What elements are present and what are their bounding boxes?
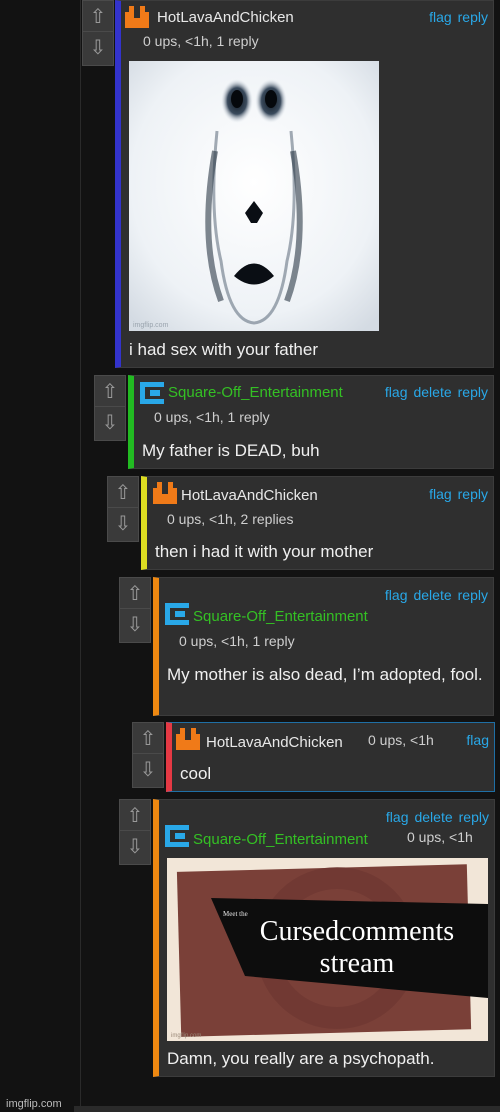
comment-5: ⇧ ⇩ HotLavaAndChicken 0 ups, <1h flag co… <box>132 722 495 792</box>
comment-4: ⇧ ⇩ flag delete reply Square-Off_Entertain… <box>119 577 494 716</box>
comment-1: ⇧ ⇩ HotLavaAndChicken 0 ups, <1h, 1 repl… <box>82 0 494 368</box>
comment-3: ⇧ ⇩ HotLavaAndChicken 0 ups, <1h, 2 repl… <box>107 476 494 570</box>
comment-image[interactable]: imgflip.com <box>129 61 379 331</box>
comment-card: Square-Off_Entertainment 0 ups, <1h, 1 r… <box>128 375 494 469</box>
downvote-icon[interactable]: ⇩ <box>133 753 163 784</box>
comment-6: ⇧ ⇩ flag delete reply Square-Off_Entertain… <box>119 799 495 1077</box>
username[interactable]: Square-Off_Entertainment <box>193 608 368 625</box>
comment-text: My father is DEAD, buh <box>142 441 320 460</box>
comment-card: flag delete reply Square-Off_Entertainment… <box>153 577 494 716</box>
downvote-icon[interactable]: ⇩ <box>120 608 150 639</box>
comment-actions: flag delete reply <box>379 384 488 400</box>
comment-actions: flag delete reply <box>379 587 488 603</box>
flag-link[interactable]: flag <box>385 384 408 400</box>
username[interactable]: Square-Off_Entertainment <box>168 384 343 401</box>
flag-link[interactable]: flag <box>429 9 452 25</box>
upvote-icon[interactable]: ⇧ <box>120 800 150 830</box>
upvote-icon[interactable]: ⇧ <box>83 1 113 31</box>
downvote-icon[interactable]: ⇩ <box>108 507 138 538</box>
username[interactable]: HotLavaAndChicken <box>157 9 294 26</box>
comment-meta: 0 ups, <1h, 1 reply <box>179 633 295 649</box>
cursed-face-image: imgflip.com <box>129 61 379 331</box>
vote-controls: ⇧ ⇩ <box>119 799 151 865</box>
comment-2: ⇧ ⇩ Square-Off_Entertainment 0 ups, <1h,… <box>94 375 494 469</box>
imgflip-orange-avatar-icon[interactable] <box>176 728 200 750</box>
delete-link[interactable]: delete <box>413 384 451 400</box>
upvote-icon[interactable]: ⇧ <box>120 578 150 608</box>
comment-actions: flag <box>460 732 489 748</box>
comment-text: then i had it with your mother <box>155 542 374 561</box>
reply-link[interactable]: reply <box>458 9 488 25</box>
comment-text: My mother is also dead, I’m adopted, foo… <box>167 665 483 684</box>
username[interactable]: Square-Off_Entertainment <box>193 831 368 848</box>
imgflip-orange-avatar-icon[interactable] <box>125 6 149 28</box>
imgflip-blue-avatar-icon[interactable] <box>140 382 164 404</box>
delete-link[interactable]: delete <box>413 587 451 603</box>
reply-link[interactable]: reply <box>458 486 488 502</box>
downvote-icon[interactable]: ⇩ <box>95 406 125 437</box>
vote-controls: ⇧ ⇩ <box>119 577 151 643</box>
upvote-icon[interactable]: ⇧ <box>108 477 138 507</box>
reply-link[interactable]: reply <box>458 384 488 400</box>
comment-image[interactable]: Meet the Cursedcomments stream imgflip.c… <box>167 858 488 1041</box>
image-watermark: imgflip.com <box>171 1033 201 1039</box>
flag-link[interactable]: flag <box>385 587 408 603</box>
comment-card: HotLavaAndChicken 0 ups, <1h, 1 reply fl… <box>115 0 494 368</box>
imgflip-watermark: imgflip.com <box>6 1098 62 1110</box>
imgflip-blue-avatar-icon[interactable] <box>165 825 189 847</box>
imgflip-blue-avatar-icon[interactable] <box>165 603 189 625</box>
comment-text: i had sex with your father <box>129 340 318 359</box>
downvote-icon[interactable]: ⇩ <box>83 31 113 62</box>
thread-line <box>80 0 81 1112</box>
flag-link[interactable]: flag <box>386 809 409 825</box>
comment-text: cool <box>180 764 212 783</box>
meme-title-line2: stream <box>320 948 395 979</box>
upvote-icon[interactable]: ⇧ <box>95 376 125 406</box>
comment-card: HotLavaAndChicken 0 ups, <1h flag cool <box>166 722 495 792</box>
vote-controls: ⇧ ⇩ <box>107 476 139 542</box>
reply-link[interactable]: reply <box>459 809 489 825</box>
vote-controls: ⇧ ⇩ <box>94 375 126 441</box>
delete-link[interactable]: delete <box>414 809 452 825</box>
downvote-icon[interactable]: ⇩ <box>120 830 150 861</box>
upvote-icon[interactable]: ⇧ <box>133 723 163 753</box>
vote-controls: ⇧ ⇩ <box>82 0 114 66</box>
comment-meta: 0 ups, <1h, 1 reply <box>143 33 259 49</box>
meme-small-text: Meet the <box>223 910 248 918</box>
comment-actions: flag reply <box>423 486 488 502</box>
username[interactable]: HotLavaAndChicken <box>181 487 318 504</box>
comment-actions: flag delete reply <box>380 809 489 825</box>
image-watermark: imgflip.com <box>133 322 169 329</box>
comment-meta: 0 ups, <1h, 2 replies <box>167 511 294 527</box>
meme-title-line1: Cursedcomments <box>260 916 454 947</box>
reply-link[interactable]: reply <box>458 587 488 603</box>
comment-meta: 0 ups, <1h <box>407 829 473 845</box>
comment-actions: flag reply <box>423 9 488 25</box>
bottom-bar <box>74 1106 500 1112</box>
vote-controls: ⇧ ⇩ <box>132 722 164 788</box>
comment-meta: 0 ups, <1h <box>368 732 434 748</box>
imgflip-orange-avatar-icon[interactable] <box>153 482 177 504</box>
comment-meta: 0 ups, <1h, 1 reply <box>154 409 270 425</box>
flag-link[interactable]: flag <box>429 486 452 502</box>
comment-card: flag delete reply Square-Off_Entertainment… <box>153 799 495 1077</box>
meet-the-meme-image: Meet the Cursedcomments stream imgflip.c… <box>167 858 488 1041</box>
comment-text: Damn, you really are a psychopath. <box>167 1049 435 1068</box>
username[interactable]: HotLavaAndChicken <box>206 734 343 751</box>
flag-link[interactable]: flag <box>466 732 489 748</box>
comment-card: HotLavaAndChicken 0 ups, <1h, 2 replies … <box>141 476 494 570</box>
